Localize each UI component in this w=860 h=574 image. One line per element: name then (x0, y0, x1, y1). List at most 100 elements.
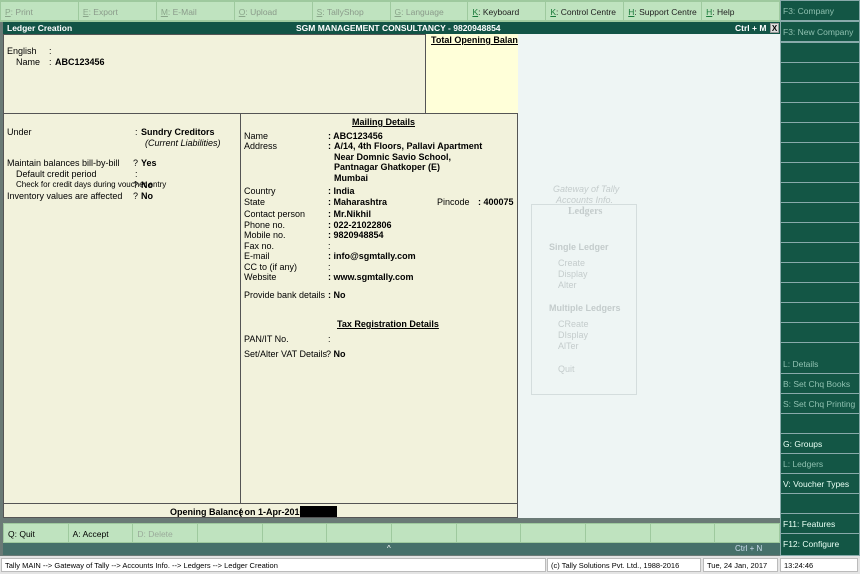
fax-field[interactable]: : (328, 241, 331, 251)
empty-button (650, 524, 715, 542)
f3-new-company-button[interactable]: F3: New Company (781, 22, 859, 41)
expand-caret-icon[interactable]: ^ (387, 543, 391, 555)
export-button[interactable]: E: Export (78, 2, 156, 20)
contact-field[interactable]: : Mr.Nikhil (328, 209, 371, 219)
company-title: SGM MANAGEMENT CONSULTANCY - 9820948854 (296, 23, 501, 33)
copyright: (c) Tally Solutions Pvt. Ltd., 1988-2016 (547, 558, 701, 572)
voucher-types-button[interactable]: V: Voucher Types (781, 474, 859, 493)
upload-button[interactable]: O: Upload (234, 2, 312, 20)
empty-button (781, 63, 859, 82)
language-button[interactable]: G: Language (390, 2, 468, 20)
divider (240, 113, 241, 503)
ctrl-n-shortcut[interactable]: Ctrl + N (735, 543, 762, 555)
email-field[interactable]: : info@sgmtally.com (328, 251, 416, 261)
empty-button (781, 123, 859, 142)
mailing-name-field[interactable]: : ABC123456 (328, 131, 383, 141)
print-button[interactable]: P: Print (1, 2, 78, 20)
empty-button (781, 494, 859, 513)
empty-button (521, 524, 586, 542)
under-field[interactable]: Sundry Creditors (141, 127, 215, 137)
country-field[interactable]: : India (328, 186, 355, 196)
empty-button (781, 83, 859, 102)
empty-button (781, 183, 859, 202)
empty-button (781, 103, 859, 122)
ledgers-menu-box (531, 204, 637, 395)
groups-button[interactable]: G: Groups (781, 434, 859, 453)
state-field[interactable]: : Maharashtra (328, 197, 387, 207)
inventory-affected-field[interactable]: No (141, 191, 153, 201)
screen-title: Ledger Creation (7, 23, 73, 33)
status-bar: Tally MAIN --> Gateway of Tally --> Acco… (0, 556, 860, 574)
help-button[interactable]: H: Help (702, 2, 780, 20)
keyboard-button[interactable]: K: Keyboard (468, 2, 546, 20)
tax-details-heading: Tax Registration Details (337, 319, 439, 329)
empty-button (781, 203, 859, 222)
menu-multi-alter[interactable]: AlTer (558, 341, 579, 351)
ctrl-n-bar: ^ Ctrl + N (3, 543, 780, 555)
empty-button (781, 223, 859, 242)
empty-button (198, 524, 262, 542)
divider (3, 113, 518, 114)
address-field[interactable]: A/14, 4th Floors, Pallavi Apartment Near… (334, 141, 482, 183)
status-date: Tue, 24 Jan, 2017 (703, 558, 778, 572)
empty-button (781, 263, 859, 282)
breadcrumb: Tally MAIN --> Gateway of Tally --> Acco… (1, 558, 546, 572)
menu-multi-display[interactable]: DIsplay (558, 330, 588, 340)
pincode-field[interactable]: : 400075 (478, 197, 514, 207)
tallyshop-button[interactable]: S: TallyShop (312, 2, 390, 20)
pan-field[interactable]: : (328, 334, 331, 344)
empty-button (781, 163, 859, 182)
mobile-field[interactable]: : 9820948854 (328, 230, 384, 240)
menu-alter[interactable]: Alter (558, 280, 577, 290)
empty-button (262, 524, 327, 542)
delete-button[interactable]: D: Delete (133, 524, 198, 542)
top-button-bar: P: Print E: Export M: E-Mail O: Upload S… (0, 0, 780, 22)
empty-button (781, 283, 859, 302)
bottom-button-bar: Q: Quit A: Accept D: Delete (3, 523, 780, 543)
email-button[interactable]: M: E-Mail (156, 2, 234, 20)
mailing-details-heading: Mailing Details (352, 117, 416, 127)
status-time: 13:24:46 (780, 558, 858, 572)
accept-button[interactable]: A: Accept (68, 524, 133, 542)
bank-details-field[interactable]: : No (328, 290, 346, 300)
ledgers-button[interactable]: L: Ledgers (781, 454, 859, 473)
set-chq-printing-button[interactable]: S: Set Chq Printing (781, 394, 859, 413)
bill-by-bill-field[interactable]: Yes (141, 158, 157, 168)
menu-quit[interactable]: Quit (558, 364, 575, 374)
total-opening-balance-panel: Total Opening Balance (425, 34, 528, 114)
empty-button (781, 414, 859, 433)
menu-create[interactable]: Create (558, 258, 585, 268)
empty-button (715, 524, 780, 542)
control-centre-button[interactable]: K: Control Centre (546, 2, 624, 20)
vat-details-field[interactable]: ? No (326, 349, 346, 359)
features-button[interactable]: F11: Features (781, 514, 859, 533)
close-icon[interactable]: X (770, 23, 779, 33)
empty-button (781, 303, 859, 322)
divider (3, 503, 518, 504)
menu-display[interactable]: Display (558, 269, 588, 279)
website-field[interactable]: : www.sgmtally.com (328, 272, 414, 282)
side-button-bar: F3: Company F3: New Company L: Details B… (780, 0, 860, 556)
check-credit-days-field[interactable]: No (141, 180, 153, 190)
set-chq-books-button[interactable]: B: Set Chq Books (781, 374, 859, 393)
f3-company-button[interactable]: F3: Company (781, 1, 859, 20)
empty-button (392, 524, 456, 542)
quit-button[interactable]: Q: Quit (4, 524, 68, 542)
title-bar: Ledger Creation SGM MANAGEMENT CONSULTAN… (3, 22, 780, 34)
support-centre-button[interactable]: H: Support Centre (624, 2, 702, 20)
configure-button[interactable]: F12: Configure (781, 534, 859, 555)
empty-button (327, 524, 392, 542)
cc-field[interactable]: : (328, 262, 331, 272)
empty-button (781, 43, 859, 62)
menu-multi-create[interactable]: CReate (558, 319, 589, 329)
empty-button (456, 524, 521, 542)
details-button[interactable]: L: Details (781, 354, 859, 373)
opening-balance-field[interactable] (300, 506, 337, 517)
phone-field[interactable]: : 022-21022806 (328, 220, 392, 230)
empty-button (586, 524, 650, 542)
empty-button (781, 323, 859, 342)
ledger-name-field[interactable]: ABC123456 (55, 57, 105, 67)
ctrl-m-shortcut[interactable]: Ctrl + M (735, 22, 766, 34)
empty-button (781, 243, 859, 262)
empty-button (781, 143, 859, 162)
